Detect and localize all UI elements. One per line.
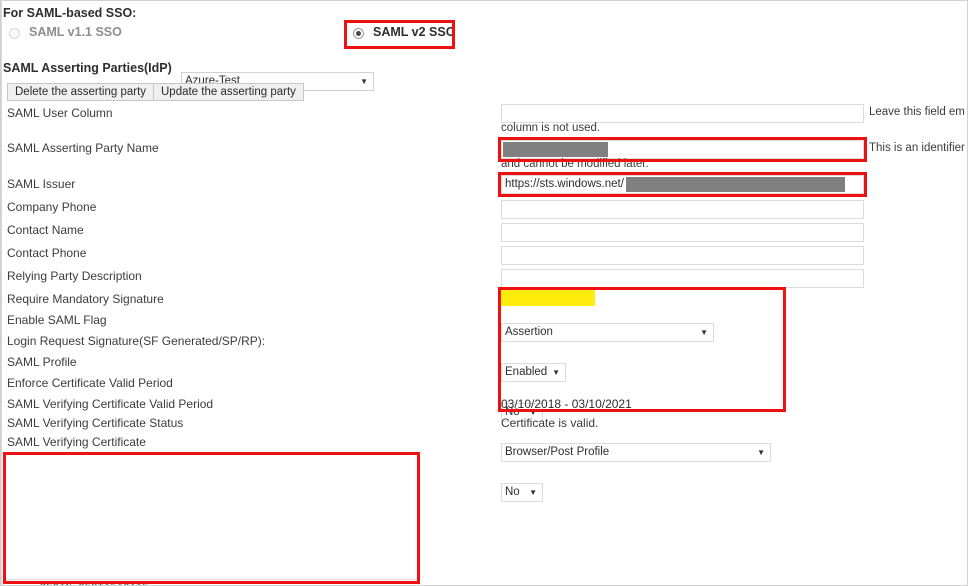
update-asserting-party-button[interactable]: Update the asserting party (153, 83, 304, 101)
label-require-mandatory-signature: Require Mandatory Signature (7, 292, 164, 306)
saml-issuer-value: https://sts.windows.net/ (505, 178, 624, 190)
verifying-certificate-valid-period-value: 03/10/2018 - 03/10/2021 (501, 397, 632, 411)
chevron-down-icon: ▼ (552, 367, 560, 377)
enforce-certificate-valid-period-select[interactable]: No ▼ (501, 483, 543, 502)
label-login-request-signature: Login Request Signature(SF Generated/SP/… (7, 334, 266, 348)
saml-issuer-redaction (626, 177, 845, 192)
saml-profile-value: Browser/Post Profile (505, 446, 610, 458)
saml-user-column-helper-line1: Leave this field em (869, 106, 965, 118)
annotation-box-signature-settings (498, 287, 786, 412)
annotation-box-certificate (3, 452, 420, 584)
saml-sso-settings-screen: For SAML-based SSO: SAML v1.1 SSO SAML v… (0, 0, 968, 586)
saml-profile-select[interactable]: Browser/Post Profile ▼ (501, 443, 771, 462)
enable-saml-flag-value: Enabled (505, 366, 548, 378)
label-relying-party-description: Relying Party Description (7, 269, 142, 283)
label-company-phone: Company Phone (7, 200, 97, 214)
require-mandatory-signature-select[interactable]: Assertion ▼ (501, 323, 714, 342)
saml-user-column-input[interactable] (501, 104, 864, 123)
asserting-party-name-redaction (503, 142, 608, 157)
saml-user-column-helper-line2: column is not used. (501, 122, 601, 134)
label-saml-profile: SAML Profile (7, 355, 77, 369)
relying-party-description-input[interactable] (501, 269, 864, 288)
asserting-parties-label: SAML Asserting Parties(IdP) (3, 61, 172, 75)
radio-saml-v2[interactable] (353, 28, 364, 39)
enforce-certificate-valid-period-value: No (505, 486, 520, 498)
delete-asserting-party-button[interactable]: Delete the asserting party (7, 83, 155, 101)
label-verifying-certificate-valid-period: SAML Verifying Certificate Valid Period (7, 397, 214, 411)
contact-phone-input[interactable] (501, 246, 864, 265)
radio-label-saml-v2[interactable]: SAML v2 SSO (373, 25, 455, 39)
radio-label-saml-v11[interactable]: SAML v1.1 SSO (29, 25, 122, 39)
label-verifying-certificate-status: SAML Verifying Certificate Status (7, 416, 184, 430)
label-enforce-certificate-valid-period: Enforce Certificate Valid Period (7, 376, 173, 390)
enable-saml-flag-select[interactable]: Enabled ▼ (501, 363, 566, 382)
label-saml-issuer: SAML Issuer (7, 177, 76, 191)
label-saml-user-column: SAML User Column (7, 106, 113, 120)
asserting-party-name-helper-line2: and cannot be modified later. (501, 158, 649, 170)
label-enable-saml-flag: Enable SAML Flag (7, 313, 107, 327)
form-left-rule (1, 1, 2, 585)
company-phone-input[interactable] (501, 200, 864, 219)
chevron-down-icon: ▼ (700, 327, 708, 337)
verifying-certificate-textarea[interactable]: -----BEGIN CERTIFICATE----- -----END CER… (3, 579, 419, 585)
chevron-down-icon: ▼ (360, 76, 368, 86)
verifying-certificate-status-value: Certificate is valid. (501, 416, 599, 430)
label-contact-name: Contact Name (7, 223, 84, 237)
radio-saml-v11[interactable] (9, 28, 20, 39)
label-contact-phone: Contact Phone (7, 246, 87, 260)
contact-name-input[interactable] (501, 223, 864, 242)
chevron-down-icon: ▼ (757, 447, 765, 457)
page-title: For SAML-based SSO: (3, 6, 137, 20)
chevron-down-icon: ▼ (529, 487, 537, 497)
label-asserting-party-name: SAML Asserting Party Name (7, 141, 159, 155)
assertion-highlight (500, 289, 595, 306)
label-verifying-certificate: SAML Verifying Certificate (7, 435, 146, 449)
require-mandatory-signature-value: Assertion (505, 326, 553, 338)
asserting-party-name-helper-line1: This is an identifier (869, 142, 965, 154)
